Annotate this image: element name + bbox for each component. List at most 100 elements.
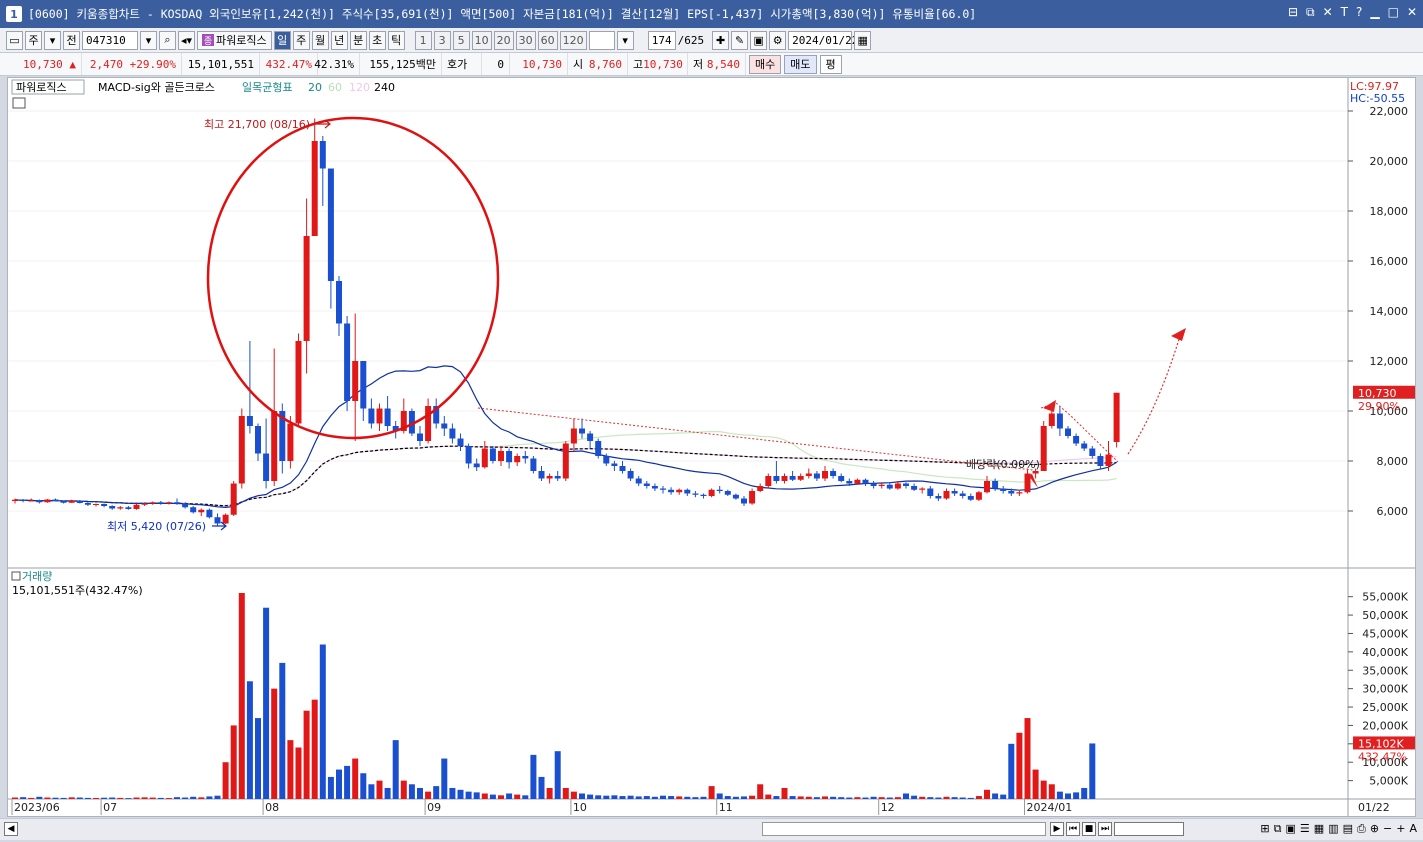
candle-body [360, 361, 367, 409]
volume-bar [595, 795, 602, 799]
candlestick-chart[interactable]: 파워로직스 MACD-sig와 골든크로스 일목균형표 20 60 120 24… [8, 78, 1415, 816]
calendar-icon[interactable]: ▦ [854, 30, 872, 50]
peak-arrow-icon [1043, 400, 1056, 412]
close-icon[interactable]: ✕ [1407, 5, 1417, 20]
candle-body [190, 507, 197, 513]
layout-icon[interactable]: ▭ [6, 30, 23, 50]
tool-panel-icon[interactable]: ▥ [1328, 822, 1338, 836]
volume-bar [44, 797, 51, 799]
scroll-track[interactable] [22, 823, 758, 835]
tile-icon[interactable]: ⧉ [1306, 5, 1315, 20]
candle-body [319, 141, 326, 169]
chart-area[interactable]: 파워로직스 MACD-sig와 골든크로스 일목균형표 20 60 120 24… [7, 77, 1416, 817]
tool-print-icon[interactable]: ⎙ [1357, 822, 1366, 836]
custom-period-dropdown-icon[interactable]: ▾ [616, 30, 634, 50]
tool-split-icon[interactable]: ▦ [1314, 822, 1324, 836]
zoom-slider[interactable] [1114, 822, 1184, 836]
tool-list-icon[interactable]: ☰ [1300, 822, 1310, 836]
volume-bar [903, 793, 909, 799]
candle-body [214, 517, 221, 524]
ma-20-line [14, 365, 1117, 509]
period-year[interactable]: 년 [330, 30, 348, 50]
count-input[interactable]: 174 [647, 30, 676, 50]
volume-bar [238, 593, 245, 799]
high-annotation: 최고 21,700 (08/16) [204, 118, 310, 131]
minute-30[interactable]: 30 [515, 30, 536, 50]
minute-3[interactable]: 3 [433, 30, 451, 50]
minute-5[interactable]: 5 [452, 30, 470, 50]
candle-body [1081, 443, 1088, 449]
average-button[interactable]: 평 [819, 54, 842, 74]
rewind-icon[interactable]: ⏮ [1066, 822, 1080, 836]
volume-tick-label: 40,000K [1362, 646, 1408, 659]
period-tick[interactable]: 틱 [387, 30, 405, 50]
last-volume-label: 15,102K [1358, 737, 1404, 750]
save-icon[interactable]: ▣ [750, 30, 768, 50]
volume-tick-label: 5,000K [1369, 775, 1408, 788]
scroll-right-icon[interactable]: ▶ [1050, 822, 1064, 836]
minute-60[interactable]: 60 [537, 30, 558, 50]
tool-window-icon[interactable]: ▣ [1286, 822, 1296, 836]
minute-1[interactable]: 1 [414, 30, 432, 50]
restore-icon[interactable]: ⊟ [1288, 5, 1298, 20]
sound-icon[interactable]: ◂▾ [178, 30, 196, 50]
drawing-icon[interactable]: ✎ [731, 30, 749, 50]
candle-body [919, 488, 926, 490]
period-day[interactable]: 일 [273, 30, 291, 50]
text-icon[interactable]: T [1341, 5, 1348, 20]
tool-copy-icon[interactable]: ⧉ [1274, 822, 1282, 836]
indicator-button[interactable]: 종 파워로직스 [197, 30, 272, 50]
search-icon[interactable]: ⌕ [159, 30, 176, 50]
forward-icon[interactable]: ⏭ [1098, 822, 1112, 836]
close-panel-icon[interactable]: ✕ [1323, 5, 1333, 20]
scroll-thumb[interactable] [762, 822, 1046, 836]
date-label: 11 [719, 801, 733, 814]
tool-grid-icon[interactable]: ⊞ [1260, 822, 1269, 836]
volume-bar [692, 797, 699, 799]
code-dropdown-icon[interactable]: ▾ [140, 30, 157, 50]
stop-icon[interactable]: ■ [1082, 822, 1096, 836]
type-select[interactable]: 주 [25, 30, 42, 50]
settings-icon[interactable]: ⚙ [769, 30, 787, 50]
maximize-icon[interactable]: □ [1388, 5, 1399, 20]
minute-20[interactable]: 20 [493, 30, 514, 50]
zoom-icon[interactable]: ⊕ [1370, 822, 1379, 836]
crosshair-icon[interactable]: ✚ [712, 30, 730, 50]
candle-body [611, 463, 618, 466]
period-second[interactable]: 초 [368, 30, 386, 50]
peak-trendline [1040, 402, 1119, 463]
minute-10[interactable]: 10 [471, 30, 492, 50]
custom-period-input[interactable] [588, 30, 615, 50]
zoom-in-icon[interactable]: + [1396, 822, 1405, 836]
window-controls: ⊟ ⧉ ✕ T ? ▁ □ ✕ [1288, 5, 1417, 20]
help-icon[interactable]: ? [1356, 5, 1362, 20]
period-minute[interactable]: 분 [349, 30, 367, 50]
scroll-left-icon[interactable]: ◀ [4, 822, 18, 836]
volume-bar [473, 792, 480, 799]
font-icon[interactable]: A [1409, 822, 1417, 836]
candle-body [514, 456, 521, 463]
candle-body [368, 408, 375, 424]
prev-button[interactable]: 전 [63, 30, 80, 50]
candle-body [846, 481, 853, 484]
volume-bar [1024, 718, 1031, 799]
date-axis-right: 01/22 [1358, 801, 1390, 814]
code-input[interactable]: 047310 [82, 30, 138, 50]
tool-layout-icon[interactable]: ▤ [1343, 822, 1353, 836]
volume-bar [368, 784, 375, 799]
minimize-icon[interactable]: ▁ [1370, 5, 1379, 20]
type-dropdown-icon[interactable]: ▾ [44, 30, 61, 50]
zoom-out-icon[interactable]: − [1383, 822, 1392, 836]
candle-body [109, 506, 116, 509]
period-week[interactable]: 주 [292, 30, 310, 50]
candle-body [570, 428, 577, 444]
period-month[interactable]: 월 [311, 30, 329, 50]
open-cell: 시 8,760 [568, 53, 628, 75]
minute-120[interactable]: 120 [559, 30, 587, 50]
date-axis: 2023/06 07 08 09 10 11 12 2024/01 01/22 [11, 799, 1390, 815]
date-input[interactable]: 2024/01/22 [788, 30, 858, 50]
sell-button[interactable]: 매도 [784, 54, 817, 74]
buy-button[interactable]: 매수 [749, 54, 782, 74]
candle-body [757, 486, 764, 491]
volume-tick-label: 55,000K [1362, 591, 1408, 604]
